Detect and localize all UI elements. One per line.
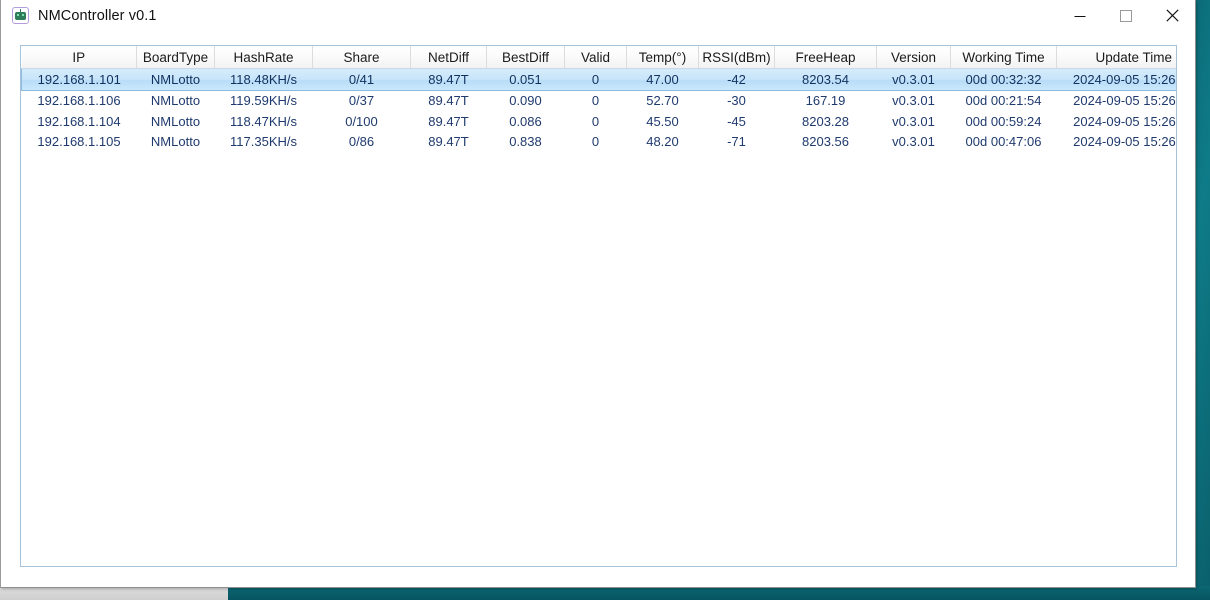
desktop-wallpaper-right (1196, 0, 1210, 600)
cell-freeheap: 167.19 (805, 93, 846, 109)
cell-bestdiff: 0.090 (509, 93, 542, 109)
cell-netdiff: 89.47T (410, 68, 487, 91)
column-header-boardtype[interactable]: BoardType (136, 46, 215, 69)
column-header-update-time[interactable]: Update Time (1056, 46, 1176, 69)
cell-rssi: -45 (727, 113, 746, 129)
cell-working-time: 00d 00:47:06 (965, 134, 1042, 150)
cell-share: 0/100 (345, 113, 378, 129)
cell-working-time: 00d 00:59:24 (965, 113, 1042, 129)
column-header-hashrate[interactable]: HashRate (214, 46, 313, 69)
application-window: NMController v0.1 IP BoardType HashRate … (0, 0, 1196, 588)
desktop-taskbar-strip (0, 586, 228, 600)
cell-netdiff: 89.47T (428, 134, 469, 150)
cell-ip: 192.168.1.106 (37, 93, 121, 109)
cell-temp: 52.70 (646, 93, 679, 109)
cell-temp: 45.50 (646, 113, 679, 129)
column-header-version[interactable]: Version (876, 46, 951, 69)
cell-update-time: 2024-09-05 15:26:15 (1073, 113, 1176, 129)
cell-boardtype: NMLotto (150, 134, 201, 150)
window-left-border (0, 0, 1, 588)
cell-version: v0.3.01 (892, 134, 935, 150)
column-header-valid[interactable]: Valid (564, 46, 627, 69)
cell-rssi: -42 (698, 68, 775, 91)
maximize-icon (1120, 9, 1132, 22)
table-row[interactable]: 192.168.1.104 NMLotto 118.47KH/s 0/100 89.47… (22, 111, 1176, 132)
column-header-freeheap[interactable]: FreeHeap (774, 46, 877, 69)
cell-netdiff: 89.47T (428, 93, 469, 109)
device-table: IP BoardType HashRate Share NetDiff Best… (21, 46, 1176, 153)
close-button[interactable] (1149, 0, 1195, 31)
column-header-ip[interactable]: IP (21, 46, 137, 69)
cell-bestdiff: 0.051 (486, 68, 565, 91)
maximize-button[interactable] (1103, 0, 1149, 31)
cell-valid: 0 (591, 93, 600, 109)
window-title: NMController v0.1 (38, 7, 157, 24)
cell-freeheap: 8203.56 (802, 134, 849, 150)
cell-valid: 0 (591, 134, 600, 150)
cell-valid: 0 (591, 113, 600, 129)
cell-version: v0.3.01 (892, 93, 935, 109)
cell-update-time: 2024-09-05 15:26:15 (1056, 68, 1176, 91)
title-bar-left: NMController v0.1 (1, 0, 1057, 31)
column-header-temp[interactable]: Temp(°) (626, 46, 699, 69)
cell-freeheap: 8203.54 (774, 68, 877, 91)
cell-hashrate: 118.48KH/s (214, 68, 313, 91)
cell-netdiff: 89.47T (428, 113, 469, 129)
cell-ip: 192.168.1.101 (21, 68, 137, 91)
cell-temp: 47.00 (626, 68, 699, 91)
close-icon (1165, 9, 1179, 22)
cell-temp: 48.20 (646, 134, 679, 150)
cell-freeheap: 8203.28 (802, 113, 849, 129)
cell-rssi: -30 (727, 93, 746, 109)
column-header-netdiff[interactable]: NetDiff (410, 46, 487, 69)
cell-hashrate: 119.59KH/s (230, 93, 297, 109)
column-header-working-time[interactable]: Working Time (950, 46, 1057, 69)
table-body: 192.168.1.101 NMLotto 118.48KH/s 0/41 89.47T… (21, 68, 1176, 153)
cell-boardtype: NMLotto (150, 113, 201, 129)
desktop-wallpaper-bottom (228, 586, 1210, 600)
device-table-panel[interactable]: IP BoardType HashRate Share NetDiff Best… (20, 45, 1177, 567)
table-row[interactable]: 192.168.1.106 NMLotto 119.59KH/s 0/37 89.47T… (22, 90, 1176, 111)
cell-share: 0/41 (312, 68, 411, 91)
table-row[interactable]: 192.168.1.101 NMLotto 118.48KH/s 0/41 89.47T… (21, 68, 1176, 91)
table-header: IP BoardType HashRate Share NetDiff Best… (21, 46, 1176, 69)
cell-bestdiff: 0.086 (509, 113, 542, 129)
cell-version: v0.3.01 (876, 68, 951, 91)
cell-hashrate: 117.35KH/s (230, 134, 297, 150)
window-controls (1057, 0, 1195, 31)
cell-boardtype: NMLotto (136, 68, 215, 91)
cell-update-time: 2024-09-05 15:26:14 (1073, 93, 1176, 109)
cell-share: 0/86 (348, 134, 375, 150)
cell-boardtype: NMLotto (150, 93, 201, 109)
table-header-row: IP BoardType HashRate Share NetDiff Best… (21, 46, 1176, 69)
cell-rssi: -71 (727, 134, 746, 150)
cell-ip: 192.168.1.104 (37, 113, 121, 129)
cell-bestdiff: 0.838 (509, 134, 542, 150)
column-header-share[interactable]: Share (312, 46, 411, 69)
robot-icon (12, 7, 29, 24)
cell-update-time: 2024-09-05 15:26:15 (1073, 134, 1176, 150)
column-header-rssi[interactable]: RSSI(dBm) (698, 46, 775, 69)
cell-working-time: 00d 00:21:54 (965, 93, 1042, 109)
minimize-icon (1074, 15, 1086, 17)
title-bar[interactable]: NMController v0.1 (1, 0, 1195, 31)
cell-valid: 0 (564, 68, 627, 91)
cell-version: v0.3.01 (892, 113, 935, 129)
minimize-button[interactable] (1057, 0, 1103, 31)
cell-hashrate: 118.47KH/s (230, 113, 297, 129)
table-row[interactable]: 192.168.1.105 NMLotto 117.35KH/s 0/86 89.47T… (22, 132, 1176, 153)
cell-working-time: 00d 00:32:32 (950, 68, 1057, 91)
cell-ip: 192.168.1.105 (37, 134, 121, 150)
cell-share: 0/37 (348, 93, 375, 109)
column-header-bestdiff[interactable]: BestDiff (486, 46, 565, 69)
